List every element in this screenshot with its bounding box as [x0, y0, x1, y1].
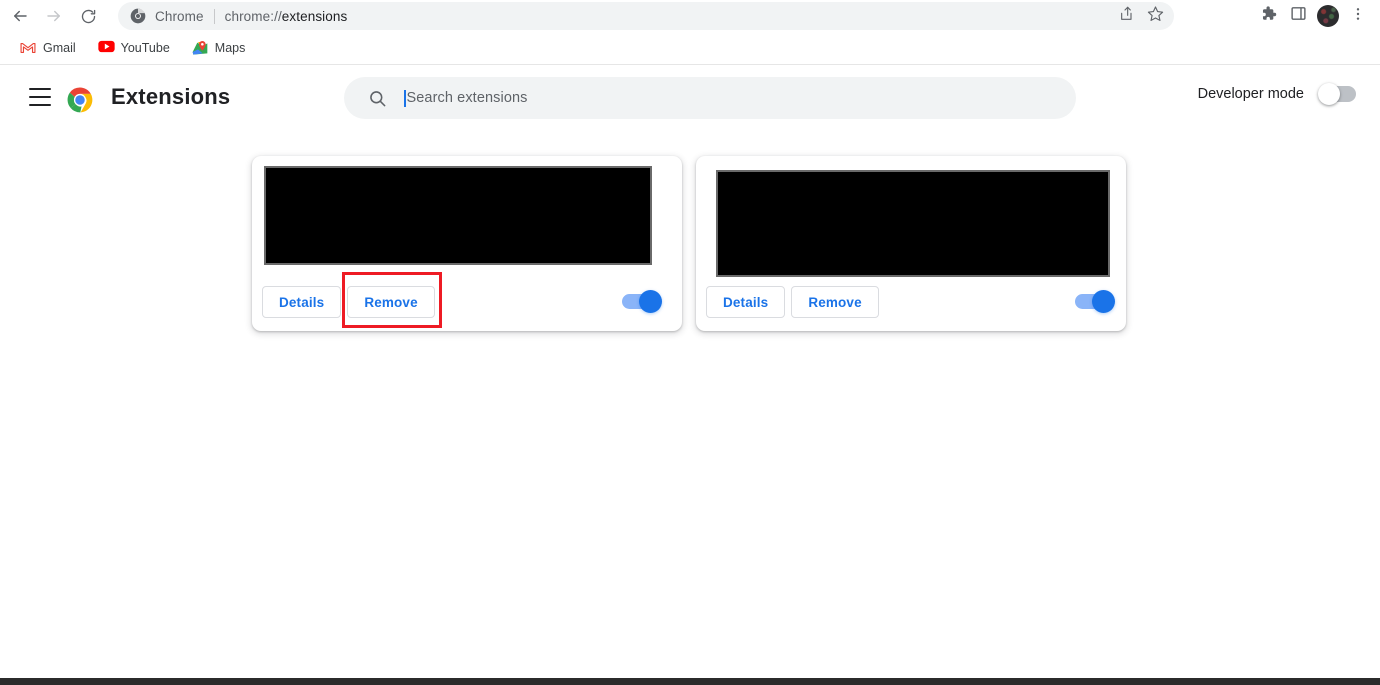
profile-button[interactable] — [1314, 2, 1342, 30]
omnibox-url-path: extensions — [281, 8, 348, 24]
side-panel-icon — [1290, 5, 1307, 27]
hamburger-line — [29, 95, 51, 99]
details-button[interactable]: Details — [706, 286, 786, 318]
extension-info-redacted — [716, 170, 1110, 277]
chrome-logo-icon — [67, 87, 93, 113]
developer-mode-toggle[interactable] — [1318, 83, 1356, 105]
forward-button[interactable] — [40, 2, 68, 30]
extension-card: Details Remove — [252, 156, 682, 331]
reload-button[interactable] — [74, 2, 102, 30]
toolbar-right-actions — [1254, 0, 1372, 32]
toggle-knob — [639, 290, 662, 313]
reload-icon — [80, 8, 97, 25]
bottom-bar — [0, 678, 1380, 685]
toggle-knob — [1318, 83, 1340, 105]
hamburger-line — [29, 88, 51, 91]
extension-card-actions: Details Remove — [706, 286, 879, 318]
search-icon — [366, 87, 388, 109]
bookmark-label-gmail: Gmail — [43, 41, 76, 55]
arrow-left-icon — [11, 7, 29, 25]
chrome-menu-button[interactable] — [1344, 2, 1372, 30]
arrow-right-icon — [45, 7, 63, 25]
share-button[interactable] — [1114, 3, 1140, 29]
search-input[interactable]: Search extensions — [407, 90, 528, 106]
omnibox-site-label: Chrome — [155, 8, 204, 24]
remove-button[interactable]: Remove — [347, 286, 435, 318]
page-title: Extensions — [111, 84, 231, 109]
extension-enabled-toggle[interactable] — [1075, 290, 1115, 313]
extension-card: Details Remove — [696, 156, 1126, 331]
hamburger-line — [29, 103, 51, 106]
maps-icon — [192, 40, 208, 56]
bookmark-label-youtube: YouTube — [120, 41, 170, 55]
gmail-icon — [20, 40, 36, 56]
extensions-button[interactable] — [1254, 2, 1282, 30]
back-button[interactable] — [6, 2, 34, 30]
share-icon — [1119, 6, 1135, 27]
chrome-menu-icon — [1350, 6, 1366, 27]
extensions-page: Extensions Search extensions Developer m… — [0, 66, 1380, 678]
star-icon — [1147, 5, 1164, 27]
bookmark-button[interactable] — [1142, 3, 1168, 29]
extension-info-redacted — [264, 166, 652, 265]
bookmark-maps[interactable]: Maps — [184, 36, 254, 60]
bookmarks-bar: Gmail YouTube Maps — [0, 32, 1380, 65]
search-extensions-box[interactable]: Search extensions — [344, 77, 1076, 119]
extensions-header: Extensions Search extensions Developer m… — [0, 66, 1380, 130]
youtube-icon — [98, 40, 115, 56]
developer-mode-label: Developer mode — [1197, 86, 1304, 102]
details-button[interactable]: Details — [262, 286, 342, 318]
chrome-icon — [130, 8, 146, 24]
bookmark-youtube[interactable]: YouTube — [90, 36, 178, 60]
address-bar[interactable]: Chrome chrome://extensions — [118, 2, 1174, 30]
avatar — [1317, 5, 1339, 27]
hamburger-menu-icon[interactable] — [29, 88, 51, 106]
omnibox-divider — [213, 8, 215, 24]
omnibox-url: chrome://extensions — [225, 9, 348, 24]
extension-enabled-toggle[interactable] — [622, 290, 662, 313]
omnibox-actions — [1114, 2, 1168, 30]
omnibox-url-scheme: chrome:// — [224, 8, 282, 24]
browser-toolbar: Chrome chrome://extensions — [0, 0, 1380, 32]
side-panel-button[interactable] — [1284, 2, 1312, 30]
developer-mode-control: Developer mode — [1197, 83, 1356, 105]
bookmark-label-maps: Maps — [214, 41, 246, 55]
search-caret — [404, 89, 406, 107]
toggle-knob — [1092, 290, 1115, 313]
extensions-puzzle-icon — [1260, 5, 1277, 27]
extensions-card-grid: Details Remove Details Remove — [252, 156, 1126, 331]
bookmark-gmail[interactable]: Gmail — [12, 36, 84, 60]
extension-card-actions: Details Remove — [262, 286, 435, 318]
remove-button[interactable]: Remove — [791, 286, 879, 318]
